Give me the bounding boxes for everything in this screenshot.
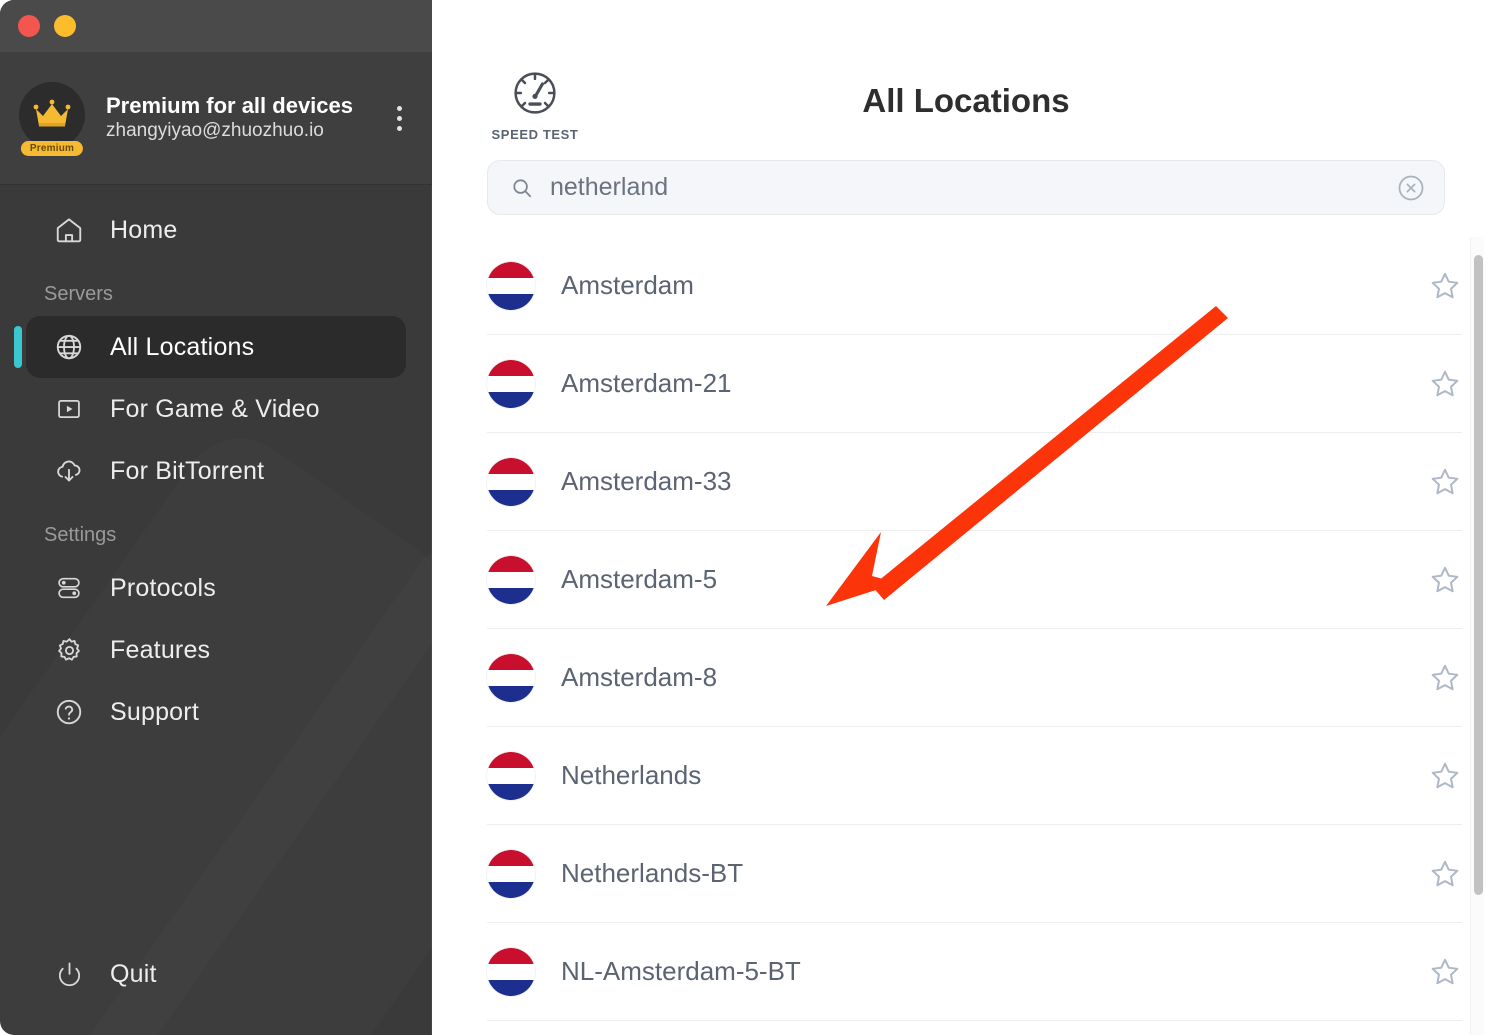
sidebar-item-home[interactable]: Home — [26, 199, 406, 261]
account-title: Premium for all devices — [106, 92, 353, 118]
location-row[interactable]: Amsterdam — [487, 237, 1462, 335]
sidebar-item-for-game-video[interactable]: For Game & Video — [26, 378, 406, 440]
location-name: Amsterdam-21 — [561, 368, 732, 398]
location-name: Netherlands — [561, 760, 702, 790]
sidebar-item-for-bittorrent[interactable]: For BitTorrent — [26, 440, 406, 502]
location-name: Amsterdam-5 — [561, 564, 718, 594]
favorite-star-icon[interactable] — [1428, 367, 1462, 401]
sidebar-item-label: For Game & Video — [110, 394, 320, 423]
search-bar[interactable]: netherland — [487, 160, 1445, 215]
netherlands-flag-icon — [487, 849, 535, 898]
sidebar-item-all-locations[interactable]: All Locations — [26, 316, 406, 378]
avatar: Premium — [16, 82, 88, 156]
favorite-star-icon[interactable] — [1428, 857, 1462, 891]
account-panel[interactable]: Premium Premium for all devices zhangyiy… — [0, 52, 432, 185]
netherlands-flag-icon — [487, 457, 535, 506]
sidebar-section-settings: Settings — [44, 524, 117, 546]
search-input[interactable]: netherland — [550, 173, 1380, 202]
crown-icon — [19, 82, 85, 148]
account-email: zhangyiyao@zhuozhuo.io — [106, 120, 324, 142]
sidebar-nav: Home Servers All Locations For Game & Vi… — [0, 185, 432, 943]
sidebar-item-features[interactable]: Features — [26, 619, 406, 681]
locations-list: Amsterdam Amsterdam-21 Amsterdam-33 Amsterd… — [487, 237, 1462, 1035]
netherlands-flag-icon — [487, 261, 535, 310]
sidebar-item-label: Protocols — [110, 573, 217, 602]
vpn-app-window: Premium Premium for all devices zhangyiy… — [0, 0, 1500, 1035]
location-row[interactable]: Amsterdam-8 — [487, 629, 1462, 727]
close-button[interactable] — [18, 15, 40, 37]
favorite-star-icon[interactable] — [1428, 465, 1462, 499]
location-name: Netherlands-BT — [561, 858, 744, 888]
sidebar: Premium Premium for all devices zhangyiy… — [0, 0, 432, 1035]
sidebar-item-label: All Locations — [110, 332, 255, 361]
sidebar-item-support[interactable]: Support — [26, 681, 406, 743]
favorite-star-icon[interactable] — [1428, 955, 1462, 989]
minimize-button[interactable] — [54, 15, 76, 37]
window-titlebar — [0, 0, 432, 52]
location-row[interactable]: NL-Amsterdam-5-BT — [487, 923, 1462, 1021]
location-name: NL-Amsterdam-5-BT — [561, 956, 801, 986]
home-icon — [52, 213, 86, 247]
netherlands-flag-icon — [487, 751, 535, 800]
quit-button[interactable]: Quit — [26, 943, 406, 1005]
account-info: Premium for all devices zhangyiyao@zhuoz… — [106, 92, 366, 144]
clear-search-icon[interactable] — [1396, 173, 1426, 203]
netherlands-flag-icon — [487, 359, 535, 408]
kebab-menu-icon[interactable] — [384, 102, 414, 135]
toggles-icon — [52, 571, 86, 605]
location-row[interactable]: Amsterdam-21 — [487, 335, 1462, 433]
page-title: All Locations — [862, 82, 1070, 119]
favorite-star-icon[interactable] — [1428, 563, 1462, 597]
location-row[interactable]: Amsterdam-5 — [487, 531, 1462, 629]
speed-test-label: SPEED TEST — [491, 127, 579, 142]
sidebar-item-label: Home — [110, 215, 178, 244]
main-header: SPEED TEST All Locations — [432, 0, 1500, 160]
question-circle-icon — [52, 695, 86, 729]
quit-label: Quit — [110, 959, 157, 988]
gear-icon — [52, 633, 86, 667]
power-icon — [52, 957, 86, 991]
location-name: Amsterdam — [561, 270, 694, 300]
cloud-download-icon — [52, 454, 86, 488]
premium-badge: Premium — [20, 141, 84, 156]
location-name: Amsterdam-33 — [561, 466, 732, 496]
netherlands-flag-icon — [487, 947, 535, 996]
location-row[interactable]: Netherlands — [487, 727, 1462, 825]
netherlands-flag-icon — [487, 653, 535, 702]
scrollbar-thumb[interactable] — [1474, 255, 1483, 895]
search-icon — [510, 176, 534, 200]
sidebar-item-label: Support — [110, 697, 199, 726]
location-row[interactable]: Netherlands-BT — [487, 825, 1462, 923]
video-play-icon — [52, 392, 86, 426]
sidebar-section-servers: Servers — [44, 283, 113, 305]
globe-icon — [52, 330, 86, 364]
vertical-scrollbar[interactable] — [1470, 237, 1484, 1035]
main-content: SPEED TEST All Locations netherland Amst… — [432, 0, 1500, 1035]
favorite-star-icon[interactable] — [1428, 269, 1462, 303]
sidebar-item-protocols[interactable]: Protocols — [26, 557, 406, 619]
location-name: Amsterdam-8 — [561, 662, 718, 692]
location-row[interactable]: Amsterdam-33 — [487, 433, 1462, 531]
sidebar-item-label: Features — [110, 635, 211, 664]
favorite-star-icon[interactable] — [1428, 759, 1462, 793]
sidebar-item-label: For BitTorrent — [110, 456, 265, 485]
locations-list-container: Amsterdam Amsterdam-21 Amsterdam-33 Amsterd… — [432, 237, 1500, 1035]
favorite-star-icon[interactable] — [1428, 661, 1462, 695]
netherlands-flag-icon — [487, 555, 535, 604]
quit-container: Quit — [0, 943, 432, 1035]
